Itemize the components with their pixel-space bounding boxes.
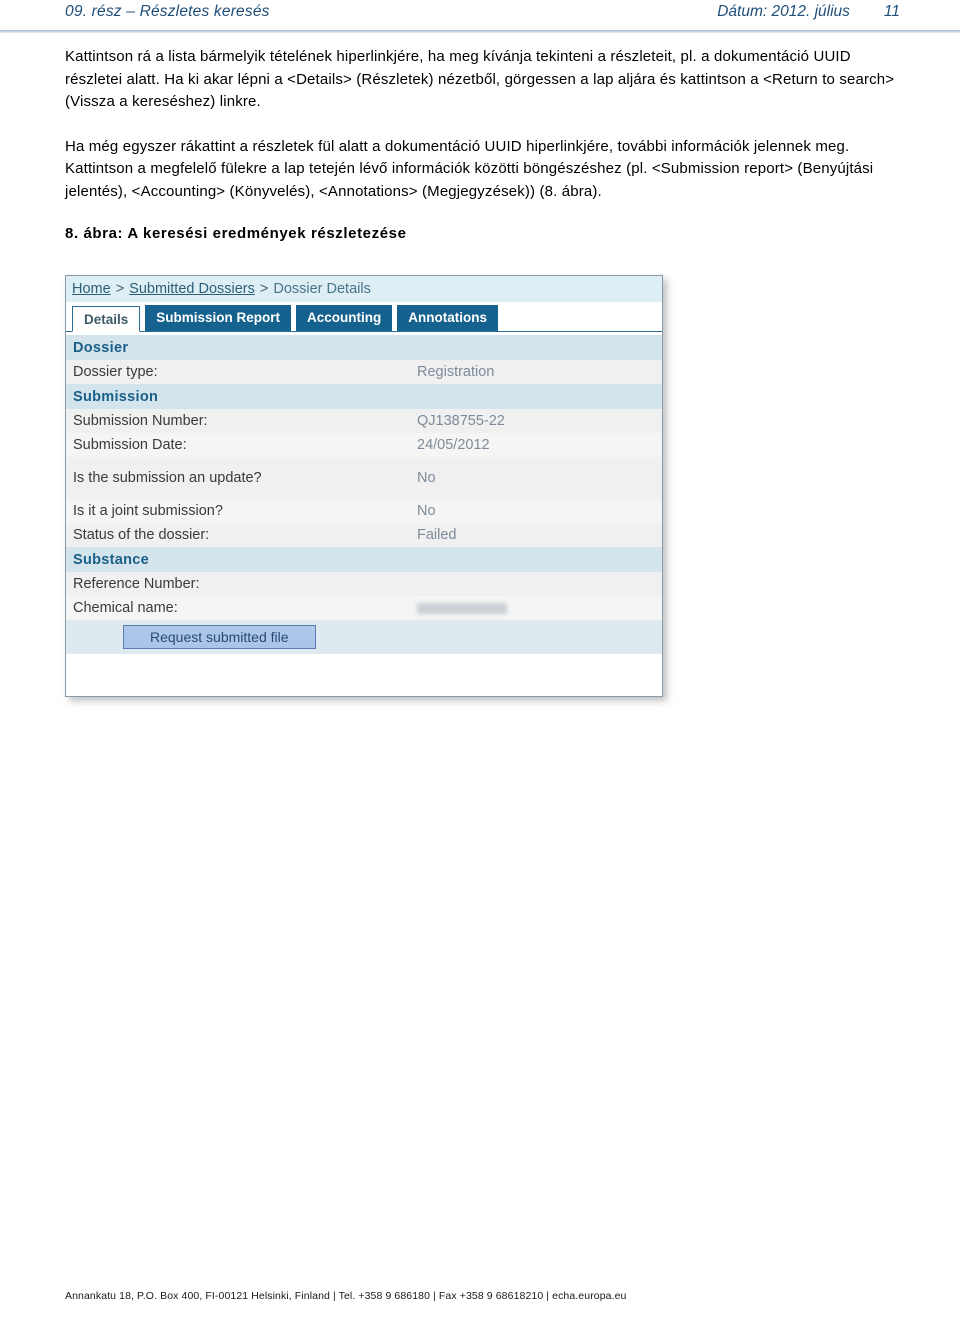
section-header-dossier: Dossier [66,335,662,360]
breadcrumb-item-dossier-details: Dossier Details [273,281,371,297]
table-row: Reference Number: [66,572,662,596]
figure-caption: 8. ábra: A keresési eredmények részletez… [65,225,407,242]
row-value-dossier-type: Registration [417,364,495,380]
tab-annotations[interactable]: Annotations [397,305,499,331]
header-section-title: 09. rész – Részletes keresés [65,3,270,20]
row-label-chemical-name: Chemical name: [73,599,178,616]
breadcrumb-separator-2: > [259,281,269,297]
row-label-dossier-type: Dossier type: [73,363,158,380]
table-row: Status of the dossier: Failed [66,523,662,547]
table-row: Dossier type: Registration [66,360,662,384]
page-header: 09. rész – Részletes keresés Dátum: 2012… [0,0,960,32]
tab-details[interactable]: Details [72,306,141,332]
panel-bottom-strip [66,654,662,668]
header-date: Dátum: 2012. július [717,3,850,20]
request-submitted-file-button[interactable]: Request submitted file [123,625,316,649]
row-label-reference-number: Reference Number: [73,575,200,592]
table-row: Submission Number: QJ138755-22 [66,409,662,433]
row-value-status: Failed [417,527,457,543]
paragraph-1: Kattintson rá a lista bármelyik tételéne… [65,48,895,110]
dossier-details-window: Home > Submitted Dossiers > Dossier Deta… [65,275,663,697]
breadcrumb: Home > Submitted Dossiers > Dossier Deta… [66,276,662,302]
table-row: Is the submission an update? No [66,457,662,499]
header-divider [0,30,960,33]
header-page-number: 11 [883,3,900,20]
row-value-submission-date: 24/05/2012 [417,437,490,453]
paragraph-2: Ha még egyszer rákattint a részletek fül… [65,137,874,200]
row-value-is-update: No [417,470,436,486]
row-value-submission-number: QJ138755-22 [417,413,505,429]
details-panel: Dossier Dossier type: Registration Submi… [66,332,662,668]
row-value-is-joint-submission: No [417,503,436,519]
page-footer: Annankatu 18, P.O. Box 400, FI-00121 Hel… [65,1290,627,1302]
redacted-value [417,602,507,614]
tab-submission-report[interactable]: Submission Report [145,305,292,331]
breadcrumb-item-home[interactable]: Home [72,281,111,297]
row-label-status: Status of the dossier: [73,526,210,543]
breadcrumb-separator: > [115,281,125,297]
tab-bar: Details Submission Report Accounting Ann… [66,302,662,332]
request-file-row: Request submitted file [66,620,662,654]
row-label-is-joint-submission: Is it a joint submission? [73,502,223,519]
tab-accounting[interactable]: Accounting [296,305,393,331]
row-label-submission-number: Submission Number: [73,412,208,429]
row-value-chemical-name [417,600,507,616]
figure-screenshot: Home > Submitted Dossiers > Dossier Deta… [65,275,663,697]
section-header-submission: Submission [66,384,662,409]
table-row: Chemical name: [66,596,662,620]
breadcrumb-item-submitted-dossiers[interactable]: Submitted Dossiers [129,281,255,297]
section-header-substance: Substance [66,547,662,572]
row-label-is-update: Is the submission an update? [73,469,262,486]
row-label-submission-date: Submission Date: [73,436,187,453]
table-row: Is it a joint submission? No [66,499,662,523]
header-right-group: Dátum: 2012. július 11 [717,3,900,21]
table-row: Submission Date: 24/05/2012 [66,433,662,457]
document-body: Kattintson rá a lista bármelyik tételéne… [65,46,895,242]
